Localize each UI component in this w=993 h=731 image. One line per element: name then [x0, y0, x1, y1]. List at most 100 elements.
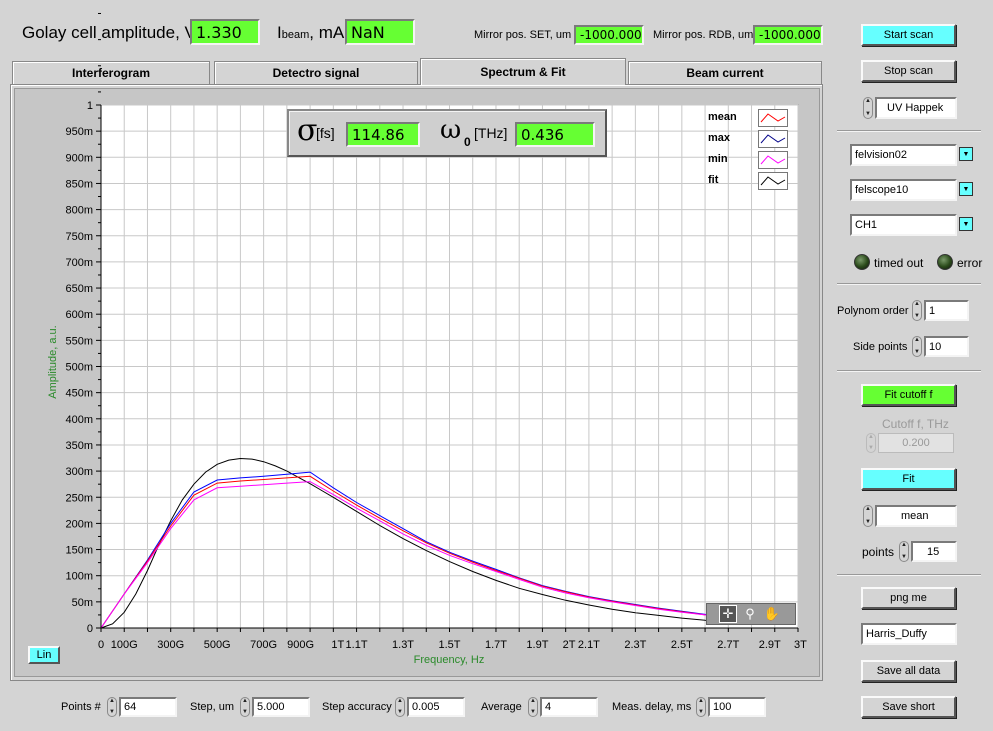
x-tick-label: 1.1T	[346, 639, 368, 651]
spin-down-icon: ▼	[901, 554, 907, 560]
legend-label-min: min	[708, 153, 728, 165]
points-count-spinner[interactable]: ▲ ▼	[107, 697, 117, 717]
spin-down-icon: ▼	[865, 111, 871, 117]
step-spinner[interactable]: ▲ ▼	[240, 697, 250, 717]
stop-scan-button[interactable]: Stop scan	[861, 60, 956, 82]
x-tick-label: 700G	[250, 639, 277, 651]
spin-up-icon: ▲	[901, 542, 907, 548]
points-count-label: Points #	[61, 701, 101, 713]
x-tick-label: 1.7T	[485, 639, 507, 651]
points-count-input[interactable]: 64	[119, 697, 177, 717]
x-tick-label: 2.1T	[578, 639, 600, 651]
spin-down-icon: ▼	[397, 709, 403, 715]
separator-3	[837, 370, 981, 372]
fit-cutoff-button[interactable]: Fit cutoff f	[861, 384, 956, 406]
channel-dropdown-icon[interactable]: ▼	[959, 217, 973, 231]
name-input[interactable]: Harris_Duffy	[861, 623, 957, 645]
cutoff-label: Cutoff f, THz	[882, 417, 949, 431]
x-tick-label: 2.9T	[759, 639, 781, 651]
mode-select[interactable]: UV Happek	[875, 97, 957, 119]
y-tick-label: 700m	[65, 257, 93, 269]
fit-mode-spinner[interactable]: ▲ ▼	[863, 505, 873, 527]
y-tick-label: 350m	[65, 440, 93, 452]
y-tick-label: 800m	[65, 205, 93, 217]
side-points-label: Side points	[853, 341, 908, 353]
spin-down-icon: ▼	[914, 313, 920, 319]
x-tick-label: 2T	[563, 639, 576, 651]
side-points-spinner[interactable]: ▲ ▼	[912, 336, 922, 357]
omega-unit: [THz]	[474, 125, 508, 141]
separator-4	[837, 574, 981, 576]
spin-up-icon: ▲	[865, 98, 871, 104]
y-tick-label: 50m	[72, 597, 93, 609]
legend-swatch-fit	[758, 172, 788, 190]
y-tick-label: 300m	[65, 466, 93, 478]
mode-spinner[interactable]: ▲ ▼	[863, 97, 873, 119]
legend-label-max: max	[708, 132, 731, 144]
cutoff-spinner[interactable]: ▲ ▼	[866, 433, 876, 453]
start-scan-button[interactable]: Start scan	[861, 24, 956, 46]
error-led	[937, 254, 953, 270]
points-spinner[interactable]: ▲ ▼	[899, 541, 909, 562]
x-tick-label: 900G	[287, 639, 314, 651]
side-points-input[interactable]: 10	[924, 336, 969, 357]
step-input[interactable]: 5.000	[252, 697, 310, 717]
y-tick-label: 400m	[65, 414, 93, 426]
spin-down-icon: ▼	[914, 349, 920, 355]
average-input[interactable]: 4	[540, 697, 598, 717]
spin-down-icon: ▼	[868, 445, 874, 451]
device1-select[interactable]: felvision02	[850, 144, 957, 166]
png-button[interactable]: png me	[861, 587, 956, 609]
spin-up-icon: ▲	[914, 337, 920, 343]
error-label: error	[957, 256, 983, 270]
polynom-order-input[interactable]: 1	[924, 300, 969, 321]
device2-select[interactable]: felscope10	[850, 179, 957, 201]
y-tick-label: 850m	[65, 178, 93, 190]
spin-down-icon: ▼	[698, 709, 704, 715]
fit-button[interactable]: Fit	[861, 468, 956, 490]
spin-down-icon: ▼	[242, 709, 248, 715]
y-tick-label: 650m	[65, 283, 93, 295]
omega-sub: 0	[464, 135, 471, 149]
lin-scale-button[interactable]: Lin	[28, 646, 60, 664]
y-tick-label: 200m	[65, 518, 93, 530]
meas-delay-input[interactable]: 100	[708, 697, 766, 717]
y-tick-label: 100m	[65, 571, 93, 583]
grid-layer	[100, 104, 799, 629]
zoom-tool-icon[interactable]: ⚲	[741, 605, 759, 623]
x-tick-label: 100G	[111, 639, 138, 651]
legend-swatch-max	[758, 130, 788, 148]
polynom-order-label: Polynom order	[837, 305, 909, 317]
save-short-button[interactable]: Save short	[861, 696, 956, 718]
omega-symbol: ω	[440, 115, 462, 145]
step-accuracy-input[interactable]: 0.005	[407, 697, 465, 717]
spin-up-icon: ▲	[530, 698, 536, 704]
step-accuracy-spinner[interactable]: ▲ ▼	[395, 697, 405, 717]
points-input[interactable]: 15	[911, 541, 957, 562]
average-spinner[interactable]: ▲ ▼	[528, 697, 538, 717]
cutoff-input[interactable]: 0.200	[878, 433, 954, 453]
device2-dropdown-icon[interactable]: ▼	[959, 182, 973, 196]
spin-down-icon: ▼	[109, 709, 115, 715]
device1-dropdown-icon[interactable]: ▼	[959, 147, 973, 161]
cursor-tool-icon[interactable]: ✛	[719, 605, 737, 623]
save-all-button[interactable]: Save all data	[861, 660, 956, 682]
channel-select[interactable]: CH1	[850, 214, 957, 236]
y-tick-label: 900m	[65, 152, 93, 164]
spin-up-icon: ▲	[698, 698, 704, 704]
meas-delay-spinner[interactable]: ▲ ▼	[696, 697, 706, 717]
y-tick-label: 950m	[65, 126, 93, 138]
spin-up-icon: ▲	[109, 698, 115, 704]
pan-tool-icon[interactable]: ✋	[763, 605, 781, 623]
x-axis-label: Frequency, Hz	[414, 654, 485, 666]
separator-1	[837, 130, 981, 132]
separator-2	[837, 283, 981, 285]
x-tick-label: 2.7T	[717, 639, 739, 651]
fit-mode-select[interactable]: mean	[875, 505, 957, 527]
y-tick-label: 750m	[65, 231, 93, 243]
y-tick-label: 250m	[65, 492, 93, 504]
x-tick-label: 2.3T	[624, 639, 646, 651]
polynom-order-spinner[interactable]: ▲ ▼	[912, 300, 922, 321]
tab-spectrum-fit[interactable]: Spectrum & Fit	[420, 58, 626, 85]
x-tick-label: 0	[98, 639, 104, 651]
